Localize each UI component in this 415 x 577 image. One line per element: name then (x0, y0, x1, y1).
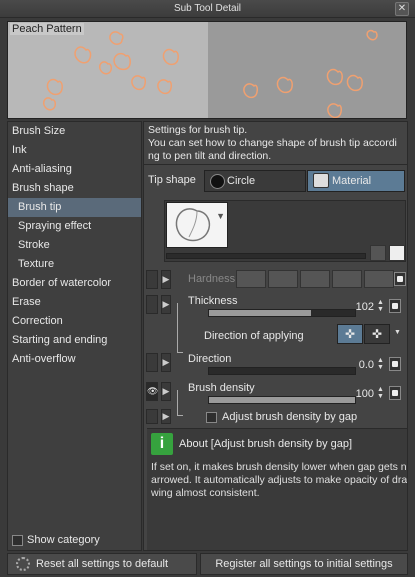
thickness-slider[interactable] (208, 309, 356, 317)
brush-density-eye-icon[interactable]: 👁 (146, 382, 158, 401)
reset-all-button[interactable]: Reset all settings to default (7, 553, 197, 575)
title-bar: Sub Tool Detail ✕ (0, 0, 415, 18)
direction-pressure-icon[interactable] (389, 357, 401, 371)
tip-shape-circle-button[interactable]: Circle (204, 170, 306, 192)
preview-label: Peach Pattern (10, 23, 84, 35)
reset-icon (16, 557, 30, 571)
settings-panel: Settings for brush tip. You can set how … (143, 121, 408, 551)
adjust-density-expand-icon[interactable]: ▶ (161, 409, 171, 424)
stroke-preview: Peach Pattern (7, 21, 407, 119)
hardness-expand-icon[interactable]: ▶ (161, 270, 171, 289)
direction-value[interactable]: 0.0 (340, 359, 374, 371)
category-anti-aliasing[interactable]: Anti-aliasing (8, 160, 141, 179)
direction-visibility-toggle[interactable] (146, 353, 158, 372)
direction-horizontal-button[interactable]: ✜ (337, 324, 363, 344)
thickness-expand-icon[interactable]: ▶ (161, 295, 171, 314)
delete-material-icon[interactable] (370, 245, 386, 261)
category-starting-and-ending[interactable]: Starting and ending (8, 331, 141, 350)
adjust-density-label: Adjust brush density by gap (222, 411, 358, 423)
register-initial-button[interactable]: Register all settings to initial setting… (200, 553, 408, 575)
close-button[interactable]: ✕ (395, 2, 409, 16)
direction-vertical-button[interactable]: ✜ (364, 324, 390, 344)
tip-shape-material-button[interactable]: Material (307, 170, 405, 192)
reset-all-label: Reset all settings to default (35, 558, 169, 570)
hardness-row: ▶ Hardness (144, 269, 407, 291)
adjust-density-visibility-toggle[interactable] (146, 409, 158, 424)
category-correction[interactable]: Correction (8, 312, 141, 331)
brush-density-spinner-icon[interactable]: ▲ ▼ (377, 386, 385, 400)
thickness-slider-fill (209, 310, 312, 316)
direction-expand-icon[interactable]: ▶ (161, 353, 171, 372)
direction-of-applying-label: Direction of applying (204, 330, 304, 342)
info-line: arrowed. It automatically adjusts to mak… (151, 474, 408, 486)
brush-density-label: Brush density (188, 382, 255, 394)
adjust-density-checkbox[interactable] (206, 412, 217, 423)
category-brush-shape[interactable]: Brush shape (8, 179, 141, 198)
thickness-value[interactable]: 102 (340, 301, 374, 313)
material-dropdown-icon[interactable]: ▼ (216, 211, 225, 221)
category-stroke[interactable]: Stroke (8, 236, 141, 255)
show-category-label: Show category (27, 534, 100, 546)
thickness-visibility-toggle[interactable] (146, 295, 158, 314)
bottom-button-bar: Reset all settings to default Register a… (7, 553, 408, 575)
info-panel: i About [Adjust brush density by gap] If… (147, 428, 408, 550)
description-line-1: Settings for brush tip. (148, 124, 248, 136)
info-icon: i (151, 433, 173, 455)
tip-material-box: ▼ (164, 200, 406, 262)
tip-shape-material-label: Material (332, 175, 372, 187)
direction-row: ▶ Direction 0.0 ▲ ▼ (144, 351, 407, 377)
category-border-of-watercolor[interactable]: Border of watercolor (8, 274, 141, 293)
thickness-row: ▶ Thickness 102 ▲ ▼ (144, 293, 407, 353)
description-line-3: ng to pen tilt and direction. (148, 150, 272, 162)
adjust-density-row: ▶ Adjust brush density by gap (144, 408, 407, 426)
hardness-label: Hardness (188, 273, 236, 285)
direction-dropdown-icon[interactable]: ▼ (394, 329, 402, 343)
show-category-checkbox[interactable] (12, 534, 23, 546)
brush-density-expand-icon[interactable]: ▶ (161, 382, 171, 401)
peach-tip-icon (175, 208, 211, 242)
tip-shape-row: Tip shape Circle Material (144, 169, 407, 192)
brush-density-value[interactable]: 100 (340, 388, 374, 400)
peach-pattern-strokes (42, 29, 378, 118)
thickness-spinner-icon[interactable]: ▲ ▼ (377, 299, 385, 313)
category-texture[interactable]: Texture (8, 255, 141, 274)
category-erase[interactable]: Erase (8, 293, 141, 312)
info-line: wing almost consistent. (151, 487, 260, 499)
direction-spinner-icon[interactable]: ▲ ▼ (377, 357, 385, 371)
category-ink[interactable]: Ink (8, 141, 141, 160)
category-anti-overflow[interactable]: Anti-overflow (8, 350, 141, 369)
category-brush-tip[interactable]: Brush tip (8, 198, 141, 217)
window-title: Sub Tool Detail (173, 3, 242, 14)
direction-slider[interactable] (208, 367, 356, 375)
category-list: Brush Size Ink Anti-aliasing Brush shape… (7, 121, 142, 551)
brush-density-slider-fill (209, 397, 355, 403)
tip-material-thumbnail[interactable]: ▼ (166, 202, 228, 248)
description-line-2: You can set how to change shape of brush… (148, 137, 397, 149)
hardness-pressure-icon[interactable] (394, 272, 406, 286)
info-line: If set on, it makes brush density lower … (151, 461, 407, 473)
hardness-visibility-toggle[interactable] (146, 270, 158, 289)
direction-of-applying-row: Direction of applying ✜ ✜ ▼ (144, 322, 407, 348)
show-category-toggle[interactable]: Show category (12, 534, 100, 546)
brush-density-pressure-icon[interactable] (389, 386, 401, 400)
brush-density-row: 👁 ▶ Brush density 100 ▲ ▼ (144, 380, 407, 416)
thickness-pressure-icon[interactable] (389, 299, 401, 313)
tip-material-scrollbar[interactable] (166, 253, 366, 259)
info-title: About [Adjust brush density by gap] (179, 438, 353, 450)
add-material-icon[interactable] (389, 245, 405, 261)
brush-density-slider[interactable] (208, 396, 356, 404)
info-body: If set on, it makes brush density lower … (151, 461, 408, 500)
category-brush-size[interactable]: Brush Size (8, 122, 141, 141)
thickness-label: Thickness (188, 295, 238, 307)
category-description: Settings for brush tip. You can set how … (144, 122, 407, 165)
category-spraying-effect[interactable]: Spraying effect (8, 217, 141, 236)
hardness-cells (236, 270, 394, 288)
tip-shape-label: Tip shape (148, 174, 196, 186)
material-icon (313, 173, 329, 188)
direction-label: Direction (188, 353, 232, 365)
